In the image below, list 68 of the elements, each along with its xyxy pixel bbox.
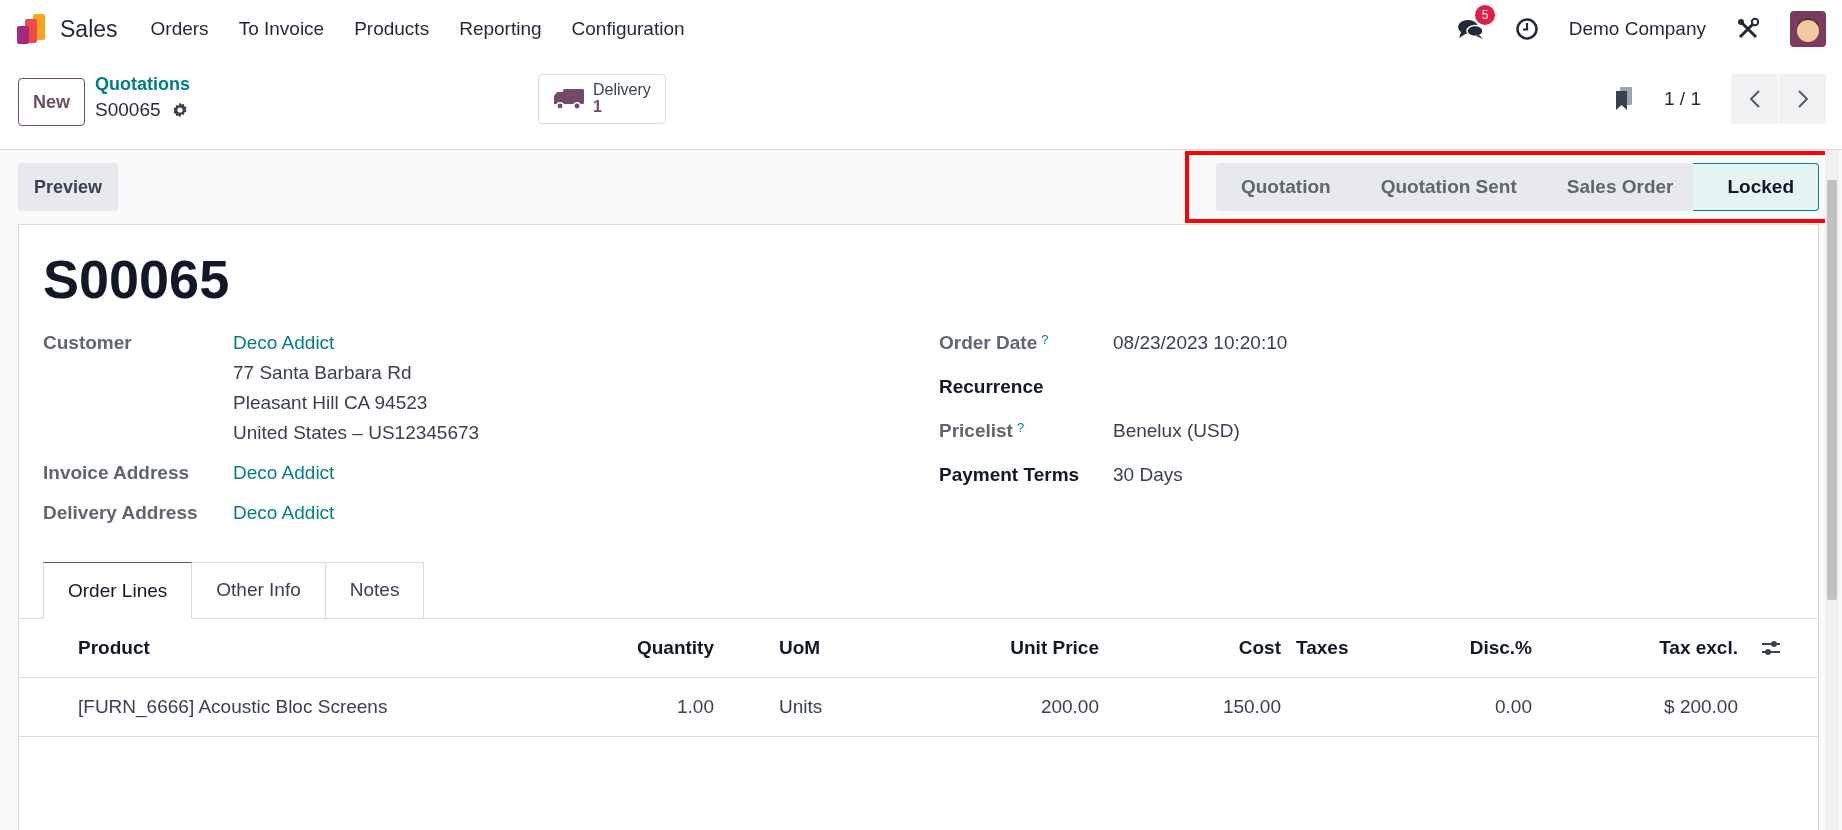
column-header[interactable]: Quantity bbox=[560, 636, 714, 659]
customer-link[interactable]: Deco Addict bbox=[233, 331, 480, 354]
product-link[interactable]: [FURN_6666] Acoustic Bloc Screens bbox=[78, 695, 560, 718]
customer-link[interactable]: Deco Addict bbox=[233, 501, 335, 524]
scrollbar-thumb[interactable] bbox=[1827, 180, 1837, 600]
field-value: Benelux (USD) bbox=[1113, 419, 1240, 442]
help-tooltip-mark[interactable]: ? bbox=[1016, 419, 1025, 435]
message-count-badge: 5 bbox=[1474, 5, 1496, 25]
settings-icon[interactable] bbox=[170, 101, 189, 119]
column-header[interactable]: Product bbox=[78, 636, 560, 659]
field-label: Order Date bbox=[939, 331, 1038, 354]
menu-item[interactable]: Orders bbox=[135, 18, 224, 40]
column-header[interactable]: Disc.% bbox=[1420, 636, 1532, 659]
table-cell-text: 1.00 bbox=[676, 695, 714, 718]
preview-button[interactable]: Preview bbox=[18, 163, 119, 211]
stage-button[interactable]: Sales Order bbox=[1536, 163, 1694, 211]
record-name: S00065 bbox=[95, 99, 161, 121]
address-line: United States – US12345673 bbox=[233, 421, 480, 444]
tab[interactable]: Notes bbox=[325, 561, 425, 619]
column-header[interactable]: Unit Price bbox=[860, 636, 1099, 659]
field-label: Delivery Address bbox=[43, 501, 199, 524]
column-settings-icon[interactable] bbox=[1760, 638, 1781, 657]
app-name[interactable]: Sales bbox=[60, 15, 118, 43]
field-value: 30 Days bbox=[1113, 463, 1183, 486]
table-cell-text: 150.00 bbox=[1221, 695, 1281, 718]
company-switcher[interactable]: Demo Company bbox=[1568, 18, 1706, 40]
table-cell-text: 200.00 bbox=[1039, 695, 1099, 718]
table-cell-text: $ 200.00 bbox=[1663, 695, 1738, 718]
record-title: S00065 bbox=[43, 248, 231, 311]
scrollbar[interactable] bbox=[1825, 150, 1839, 830]
stage-button[interactable]: Quotation bbox=[1215, 163, 1351, 211]
table-cell-text: 0.00 bbox=[1494, 695, 1532, 718]
tab[interactable]: Order Lines bbox=[43, 561, 193, 619]
stage-button[interactable]: Quotation Sent bbox=[1350, 163, 1537, 211]
address-line: 77 Santa Barbara Rd bbox=[233, 361, 413, 384]
field-label: Pricelist bbox=[939, 419, 1013, 442]
menu-item[interactable]: Products bbox=[339, 18, 445, 40]
column-header[interactable]: Tax excl. bbox=[1532, 636, 1738, 659]
pager-value[interactable]: 1 / 1 bbox=[1664, 88, 1701, 110]
menu-item[interactable]: Reporting bbox=[444, 18, 557, 40]
column-header[interactable]: UoM bbox=[714, 636, 860, 659]
stage-button[interactable]: Locked bbox=[1693, 163, 1819, 211]
avatar-icon[interactable] bbox=[1790, 11, 1826, 47]
breadcrumb-link[interactable]: Quotations bbox=[95, 74, 190, 95]
chevron-right-icon bbox=[1796, 89, 1809, 109]
menu-item[interactable]: To Invoice bbox=[223, 18, 340, 40]
bookmark-icon[interactable] bbox=[1614, 87, 1634, 111]
field-label: Payment Terms bbox=[939, 463, 1080, 486]
delivery-smart-button[interactable]: Delivery 1 bbox=[538, 74, 666, 124]
new-button[interactable]: New bbox=[18, 78, 85, 126]
help-tooltip-mark[interactable]: ? bbox=[1041, 331, 1049, 347]
truck-icon bbox=[553, 87, 585, 111]
field-label: Recurrence bbox=[939, 375, 1044, 398]
tab[interactable]: Other Info bbox=[192, 561, 326, 619]
field-label: Customer bbox=[43, 331, 133, 354]
menu-item[interactable]: Configuration bbox=[556, 18, 700, 40]
chevron-left-icon bbox=[1748, 89, 1761, 109]
field-label: Invoice Address bbox=[43, 461, 191, 484]
app-logo-icon[interactable] bbox=[16, 14, 46, 44]
clock-icon[interactable] bbox=[1514, 17, 1539, 41]
chat-icon[interactable] bbox=[1456, 17, 1485, 41]
column-header[interactable]: Cost bbox=[1099, 636, 1281, 659]
column-header[interactable]: Taxes bbox=[1281, 636, 1420, 659]
field-value: 08/23/2023 10:20:10 bbox=[1113, 331, 1288, 354]
tools-icon[interactable] bbox=[1736, 17, 1760, 41]
address-line: Pleasant Hill CA 94523 bbox=[233, 391, 429, 414]
table-cell-text: Units bbox=[778, 695, 824, 718]
customer-link[interactable]: Deco Addict bbox=[233, 461, 335, 484]
